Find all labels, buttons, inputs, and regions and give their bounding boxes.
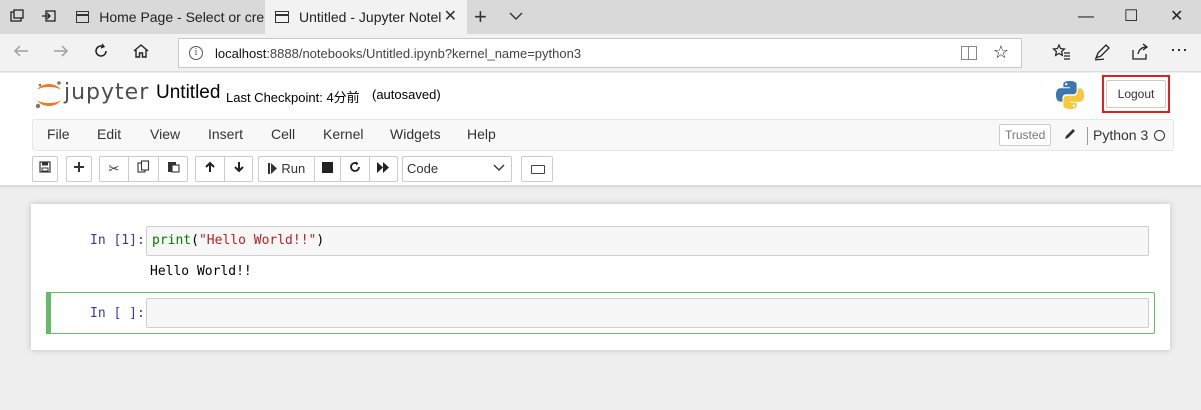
notebook-container: In [1]: print("Hello World!!") Hello Wor… — [31, 204, 1170, 350]
cut-button[interactable]: ✂ — [99, 156, 129, 182]
url-field[interactable]: i localhost:8888/notebooks/Untitled.ipyn… — [178, 38, 1022, 68]
menu-cell[interactable]: Cell — [271, 126, 295, 142]
keyboard-icon — [531, 165, 545, 174]
jupyter-header: jupyter Untitled Last Checkpoint: 4分前 (a… — [0, 73, 1201, 119]
code-paren: ) — [316, 233, 325, 248]
step-forward-icon — [267, 163, 277, 174]
menu-view[interactable]: View — [150, 126, 180, 142]
kernel-name[interactable]: Python 3 — [1093, 127, 1148, 143]
browser-address-bar: i localhost:8888/notebooks/Untitled.ipyn… — [0, 34, 1201, 72]
forward-arrow-icon[interactable] — [52, 42, 70, 64]
save-icon — [39, 161, 51, 173]
interrupt-kernel-button[interactable] — [314, 156, 341, 182]
cell-output: Hello World!! — [150, 264, 252, 279]
close-window-button[interactable]: ✕ — [1170, 8, 1183, 26]
run-label: Run — [281, 161, 306, 176]
restart-icon — [350, 161, 360, 172]
tab-home-page[interactable]: Home Page - Select or creat — [66, 0, 264, 34]
share-icon[interactable] — [1130, 42, 1150, 68]
menu-file[interactable]: File — [47, 126, 70, 142]
notebook-menu-area: File Edit View Insert Cell Kernel Widget… — [0, 119, 1201, 185]
logout-button[interactable]: Logout — [1106, 80, 1166, 108]
tab-title: Untitled - Jupyter Notel — [299, 9, 442, 25]
menubar: File Edit View Insert Cell Kernel Widget… — [32, 119, 1174, 151]
code-function: print — [152, 233, 192, 248]
move-up-button[interactable] — [195, 156, 225, 182]
paste-icon — [167, 162, 180, 173]
fast-forward-icon — [377, 162, 389, 173]
web-note-pen-icon[interactable] — [1092, 42, 1112, 68]
code-paren: ( — [191, 233, 199, 248]
copy-button[interactable] — [128, 156, 159, 182]
notebook-name[interactable]: Untitled — [156, 82, 220, 104]
arrow-up-icon — [205, 161, 215, 172]
more-options-icon[interactable]: ⋯ — [1170, 40, 1188, 60]
paste-button[interactable] — [158, 156, 188, 182]
code-string: "Hello World!!" — [198, 233, 317, 248]
tab-title: Home Page - Select or creat — [99, 9, 264, 25]
reading-view-icon[interactable] — [961, 46, 977, 60]
menu-help[interactable]: Help — [467, 126, 496, 142]
scissors-icon: ✂ — [108, 161, 120, 176]
new-tab-button[interactable]: + — [474, 6, 487, 28]
edit-mode-pencil-icon — [1063, 127, 1077, 144]
autosave-status: (autosaved) — [372, 87, 441, 102]
refresh-icon[interactable] — [92, 42, 110, 64]
menu-edit[interactable]: Edit — [97, 126, 121, 142]
chevron-down-icon — [493, 157, 505, 181]
set-tabs-aside-icon[interactable] — [40, 8, 58, 26]
last-checkpoint: Last Checkpoint: 4分前 — [226, 90, 360, 105]
jupyter-logo-text[interactable]: jupyter — [64, 80, 149, 105]
cell-prompt: In [ ]: — [90, 306, 145, 321]
command-palette-button[interactable] — [521, 156, 553, 182]
tab-untitled-notebook[interactable]: Untitled - Jupyter Notel ✕ — [265, 0, 467, 34]
page-icon — [275, 11, 289, 23]
kernel-separator — [1087, 127, 1088, 145]
favorites-hub-icon[interactable] — [1052, 42, 1072, 68]
close-tab-icon[interactable]: ✕ — [444, 9, 457, 25]
browser-tab-bar: Home Page - Select or creat Untitled - J… — [0, 0, 1201, 34]
stop-icon — [322, 162, 333, 173]
tab-actions-icon[interactable] — [8, 8, 26, 26]
move-down-button[interactable] — [224, 156, 253, 182]
menu-kernel[interactable]: Kernel — [323, 126, 363, 142]
back-arrow-icon[interactable] — [12, 42, 30, 64]
empty-code-cell-input[interactable] — [146, 298, 1149, 328]
jupyter-logo-icon — [35, 81, 61, 109]
copy-icon — [137, 160, 150, 173]
selected-cell-indicator — [46, 292, 51, 334]
restart-kernel-button[interactable] — [340, 156, 370, 182]
arrow-down-icon — [233, 162, 244, 173]
minimize-button[interactable]: — — [1078, 8, 1094, 26]
menu-insert[interactable]: Insert — [208, 126, 243, 142]
page-icon — [76, 11, 90, 23]
site-info-icon[interactable]: i — [189, 46, 203, 60]
code-cell-input[interactable]: print("Hello World!!") — [146, 226, 1149, 256]
cell-type-select[interactable]: Code — [402, 156, 512, 182]
maximize-button[interactable]: ☐ — [1124, 8, 1138, 26]
home-icon[interactable] — [132, 42, 150, 64]
tab-list-chevron-icon[interactable] — [508, 8, 524, 24]
insert-cell-button[interactable] — [66, 156, 92, 182]
cell-prompt: In [1]: — [90, 233, 145, 248]
cell-type-value: Code — [407, 161, 439, 176]
favorite-star-icon[interactable]: ☆ — [993, 42, 1009, 63]
save-button[interactable] — [32, 156, 58, 182]
restart-run-all-button[interactable] — [369, 156, 398, 182]
trusted-indicator[interactable]: Trusted — [999, 124, 1052, 146]
run-button[interactable]: Run — [258, 156, 315, 182]
notebook-toolbar: ✂ Run Code — [0, 156, 1201, 182]
menu-widgets[interactable]: Widgets — [390, 126, 441, 142]
header-shadow — [0, 185, 1201, 189]
plus-icon — [74, 162, 84, 172]
kernel-idle-indicator-icon — [1154, 130, 1165, 141]
python-logo-icon — [1054, 79, 1086, 111]
url-text: localhost:8888/notebooks/Untitled.ipynb?… — [215, 45, 582, 61]
